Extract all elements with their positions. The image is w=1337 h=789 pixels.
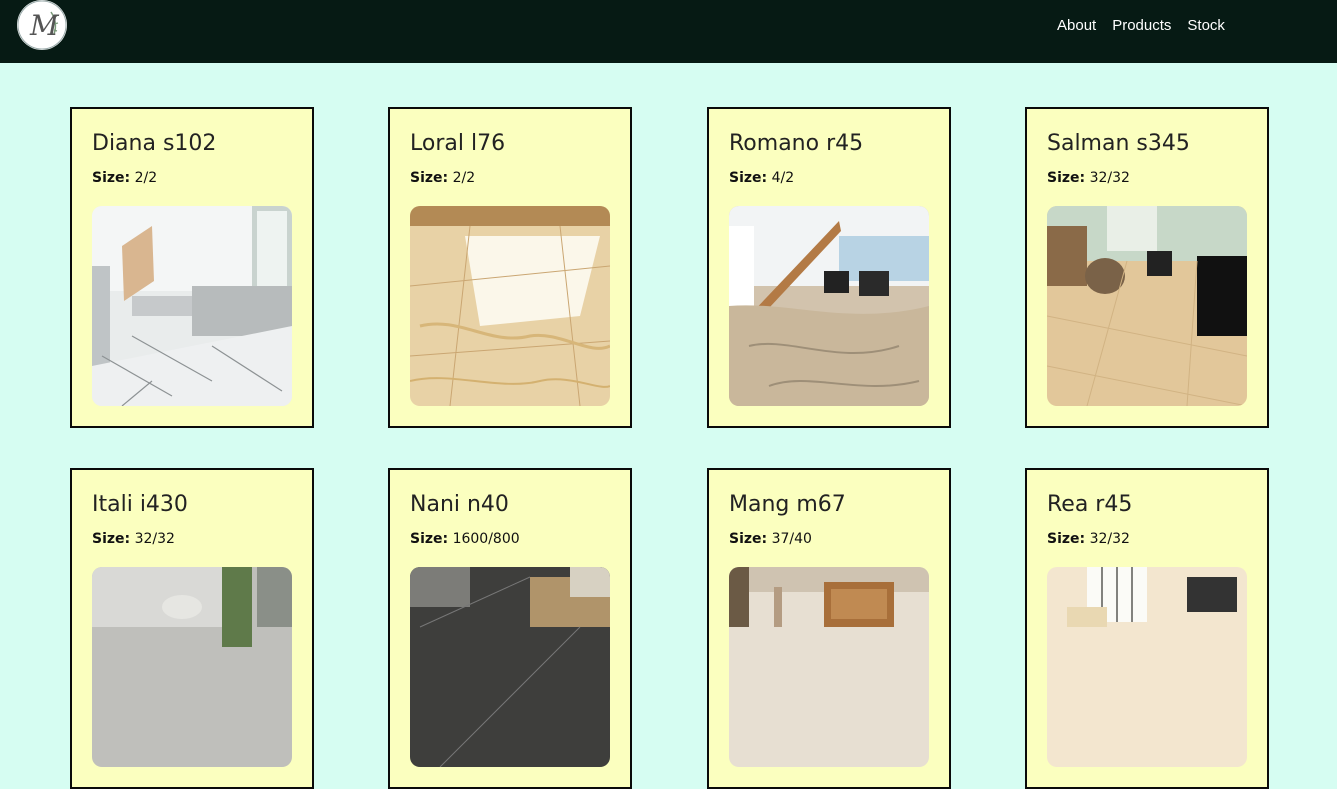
product-size: Size: 32/32: [1047, 170, 1130, 186]
product-card[interactable]: Romano r45 Size: 4/2: [707, 107, 951, 428]
size-value: 4/2: [771, 170, 795, 186]
product-size: Size: 2/2: [92, 170, 157, 186]
size-label: Size:: [410, 170, 449, 186]
product-size: Size: 4/2: [729, 170, 794, 186]
product-size: Size: 37/40: [729, 531, 812, 547]
product-image[interactable]: [729, 206, 929, 406]
product-name: Diana s102: [92, 131, 217, 156]
product-name: Romano r45: [729, 131, 864, 156]
size-label: Size:: [729, 170, 768, 186]
product-size: Size: 32/32: [92, 531, 175, 547]
product-card[interactable]: Nani n40 Size: 1600/800: [388, 468, 632, 789]
nav-about-link[interactable]: About: [1057, 16, 1096, 36]
product-card[interactable]: Diana s102 Size: 2/2: [70, 107, 314, 428]
product-card[interactable]: Itali i430 Size: 32/32: [70, 468, 314, 789]
product-card[interactable]: Mang m67 Size: 37/40: [707, 468, 951, 789]
size-value: 2/2: [452, 170, 476, 186]
size-value: 1600/800: [452, 531, 520, 547]
product-image[interactable]: [410, 206, 610, 406]
logo-letter: M: [29, 9, 60, 42]
product-card[interactable]: Rea r45 Size: 32/32: [1025, 468, 1269, 789]
size-value: 32/32: [1089, 531, 1130, 547]
product-size: Size: 1600/800: [410, 531, 520, 547]
product-image[interactable]: [410, 567, 610, 767]
size-label: Size:: [1047, 170, 1086, 186]
nav-products-link[interactable]: Products: [1112, 16, 1171, 36]
product-name: Loral l76: [410, 131, 506, 156]
size-label: Size:: [1047, 531, 1086, 547]
product-name: Rea r45: [1047, 492, 1133, 517]
logo-icon[interactable]: M: [17, 0, 67, 50]
size-label: Size:: [92, 531, 131, 547]
product-card[interactable]: Salman s345 Size: 32/32: [1025, 107, 1269, 428]
product-image[interactable]: [92, 206, 292, 406]
size-value: 37/40: [771, 531, 812, 547]
product-size: Size: 2/2: [410, 170, 475, 186]
product-image[interactable]: [729, 567, 929, 767]
size-label: Size:: [410, 531, 449, 547]
product-image[interactable]: [92, 567, 292, 767]
size-value: 32/32: [134, 531, 175, 547]
size-label: Size:: [92, 170, 131, 186]
size-value: 32/32: [1089, 170, 1130, 186]
product-image[interactable]: [1047, 567, 1247, 767]
navbar: M About Products Stock: [0, 0, 1337, 63]
product-image[interactable]: [1047, 206, 1247, 406]
nav-stock-link[interactable]: Stock: [1187, 16, 1225, 36]
nav-links: About Products Stock: [1057, 16, 1241, 36]
product-name: Nani n40: [410, 492, 509, 517]
product-card[interactable]: Loral l76 Size: 2/2: [388, 107, 632, 428]
product-size: Size: 32/32: [1047, 531, 1130, 547]
product-name: Salman s345: [1047, 131, 1190, 156]
size-value: 2/2: [134, 170, 158, 186]
product-name: Itali i430: [92, 492, 188, 517]
product-name: Mang m67: [729, 492, 846, 517]
size-label: Size:: [729, 531, 768, 547]
